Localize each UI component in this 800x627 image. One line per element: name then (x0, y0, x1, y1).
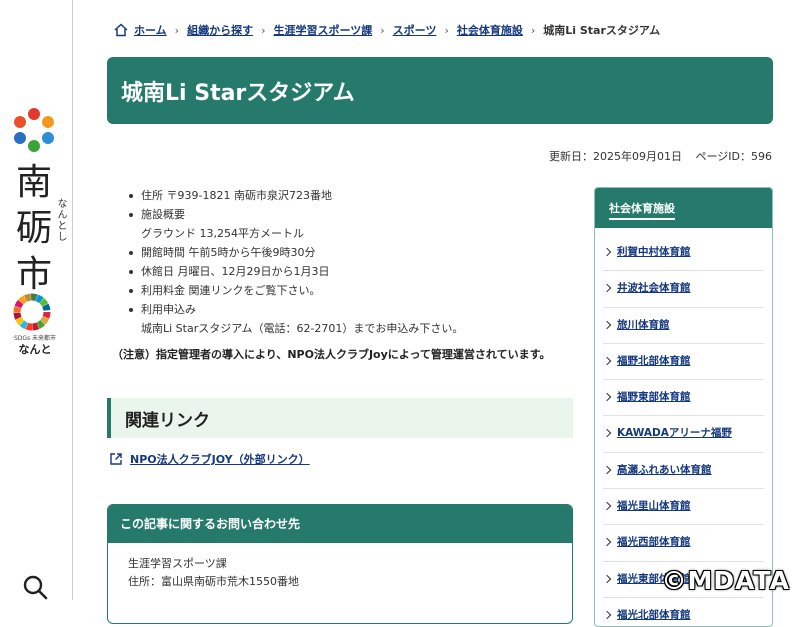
sidebar-item-link[interactable]: 福光西部体育館 (617, 536, 691, 548)
facility-fee: 利用料金 関連リンクをご覧下さい。 (141, 284, 321, 297)
management-note: （注意）指定管理者の導入により、NPO法人クラブJoyによって管理運営されていま… (112, 348, 551, 361)
facility-sidebar: 社会体育施設 利賀中村体育館 井波社会体育館 旅川体育館 福野北部体育館 福野東… (594, 187, 773, 627)
city-name[interactable]: 南 砺 市 (14, 160, 54, 298)
breadcrumb-separator-icon: › (380, 23, 385, 37)
list-item: 休館日 月曜日、12月29日から1月3日 (124, 262, 574, 281)
facility-hours: 開館時間 午前5時から午後9時30分 (141, 246, 316, 259)
city-logo-icon[interactable] (10, 106, 58, 154)
facility-apply-label: 利用申込み (141, 303, 196, 316)
external-link-icon (110, 453, 122, 465)
page-meta: 更新日：2025年09月01日 ページID：596 (549, 148, 772, 164)
sdgs-wheel-icon (13, 293, 51, 331)
sidebar-item-link[interactable]: 福野北部体育館 (617, 355, 691, 367)
facility-closed-days: 休館日 月曜日、12月29日から1月3日 (141, 265, 330, 278)
copyright-watermark: ©MDATA (661, 566, 790, 595)
list-item: 施設概要 グラウンド 13,254平方メートル (124, 205, 574, 243)
npo-club-joy-link[interactable]: NPO法人クラブJOY（外部リンク） (130, 451, 310, 467)
sidebar-item-kawada-arena[interactable]: KAWADAアリーナ福野 (603, 416, 764, 453)
related-links-heading: 関連リンク (125, 411, 210, 431)
city-name-reading: なんとし (55, 198, 66, 242)
sidebar-item-fukuno-east[interactable]: 福野東部体育館 (603, 380, 764, 417)
breadcrumb-separator-icon: › (174, 23, 180, 37)
facility-overview-label: 施設概要 (141, 208, 185, 221)
sidebar-item-link[interactable]: 利賀中村体育館 (617, 246, 691, 258)
sidebar-item-link[interactable]: KAWADAアリーナ福野 (617, 427, 732, 439)
search-icon[interactable] (22, 574, 48, 600)
page-title-banner: 城南Li Starスタジアム (107, 57, 773, 124)
sidebar-item-fukumitsu-satoyama[interactable]: 福光里山体育館 (603, 489, 764, 526)
list-item: 利用料金 関連リンクをご覧下さい。 (124, 281, 574, 300)
sidebar-item-link[interactable]: 井波社会体育館 (617, 282, 691, 294)
sidebar-item-tabikawa[interactable]: 旅川体育館 (603, 308, 764, 344)
sidebar-header: 社会体育施設 (595, 188, 772, 228)
contact-address: 住所：富山県南砺市荒木1550番地 (128, 575, 299, 588)
sidebar-item-fukumitsu-north[interactable]: 福光北部体育館 (603, 598, 764, 626)
breadcrumb-department[interactable]: 生涯学習スポーツ課 (273, 22, 372, 38)
page-id: ページID：596 (695, 150, 773, 163)
breadcrumb-separator-icon: › (530, 23, 536, 37)
external-link-row: NPO法人クラブJOY（外部リンク） (109, 451, 310, 467)
home-icon (114, 23, 128, 37)
breadcrumb-home[interactable]: ホーム (134, 22, 167, 38)
breadcrumb-separator-icon: › (444, 23, 449, 37)
sidebar-item-link[interactable]: 高瀬ふれあい体育館 (617, 464, 712, 476)
sidebar-item-fukuno-north[interactable]: 福野北部体育館 (603, 344, 764, 381)
sidebar-item-inami[interactable]: 井波社会体育館 (603, 271, 764, 308)
breadcrumb-organization[interactable]: 組織から探す (187, 22, 253, 38)
breadcrumb-sports[interactable]: スポーツ (393, 22, 437, 38)
sidebar-item-link[interactable]: 福野東部体育館 (617, 391, 691, 403)
sidebar-item-link[interactable]: 福光里山体育館 (617, 500, 691, 512)
list-item: 利用申込み 城南Li Starスタジアム（電話：62-2701）までお申込み下さ… (124, 300, 574, 338)
sidebar-item-fukumitsu-west[interactable]: 福光西部体育館 (603, 525, 764, 562)
sidebar-item-toga-nakamura[interactable]: 利賀中村体育館 (603, 235, 764, 272)
contact-department: 生涯学習スポーツ課 (128, 557, 227, 570)
facility-overview-detail: グラウンド 13,254平方メートル (141, 227, 304, 240)
contact-heading: この記事に関するお問い合わせ先 (108, 505, 572, 543)
contact-box: この記事に関するお問い合わせ先 生涯学習スポーツ課 住所：富山県南砺市荒木155… (107, 504, 573, 624)
breadcrumb-separator-icon: › (261, 23, 266, 37)
sidebar-item-link[interactable]: 旅川体育館 (617, 319, 670, 331)
page-title: 城南Li Starスタジアム (121, 81, 355, 106)
sdgs-city-label: なんと (18, 343, 52, 356)
facility-address: 住所 〒939-1821 南砺市泉沢723番地 (141, 189, 332, 202)
sidebar-heading: 社会体育施設 (609, 200, 675, 220)
left-rail: 南 砺 市 なんとし SDGs 未来都市 なんと (0, 0, 73, 600)
related-links-header: 関連リンク (107, 398, 573, 438)
sidebar-item-takase[interactable]: 高瀬ふれあい体育館 (603, 453, 764, 490)
facility-apply-detail: 城南Li Starスタジアム（電話：62-2701）までお申込み下さい。 (141, 322, 464, 335)
sidebar-item-link[interactable]: 福光北部体育館 (617, 609, 691, 621)
contact-body: 生涯学習スポーツ課 住所：富山県南砺市荒木1550番地 (108, 543, 572, 603)
breadcrumb-current: 城南Li Starスタジアム (543, 24, 661, 37)
breadcrumb: ホーム › 組織から探す › 生涯学習スポーツ課 › スポーツ › 社会体育施設… (114, 22, 660, 38)
updated-date: 更新日：2025年09月01日 (549, 150, 682, 163)
facility-info-list: 住所 〒939-1821 南砺市泉沢723番地 施設概要 グラウンド 13,25… (124, 186, 574, 338)
list-item: 開館時間 午前5時から午後9時30分 (124, 243, 574, 262)
breadcrumb-facilities[interactable]: 社会体育施設 (457, 22, 523, 38)
list-item: 住所 〒939-1821 南砺市泉沢723番地 (124, 186, 574, 205)
